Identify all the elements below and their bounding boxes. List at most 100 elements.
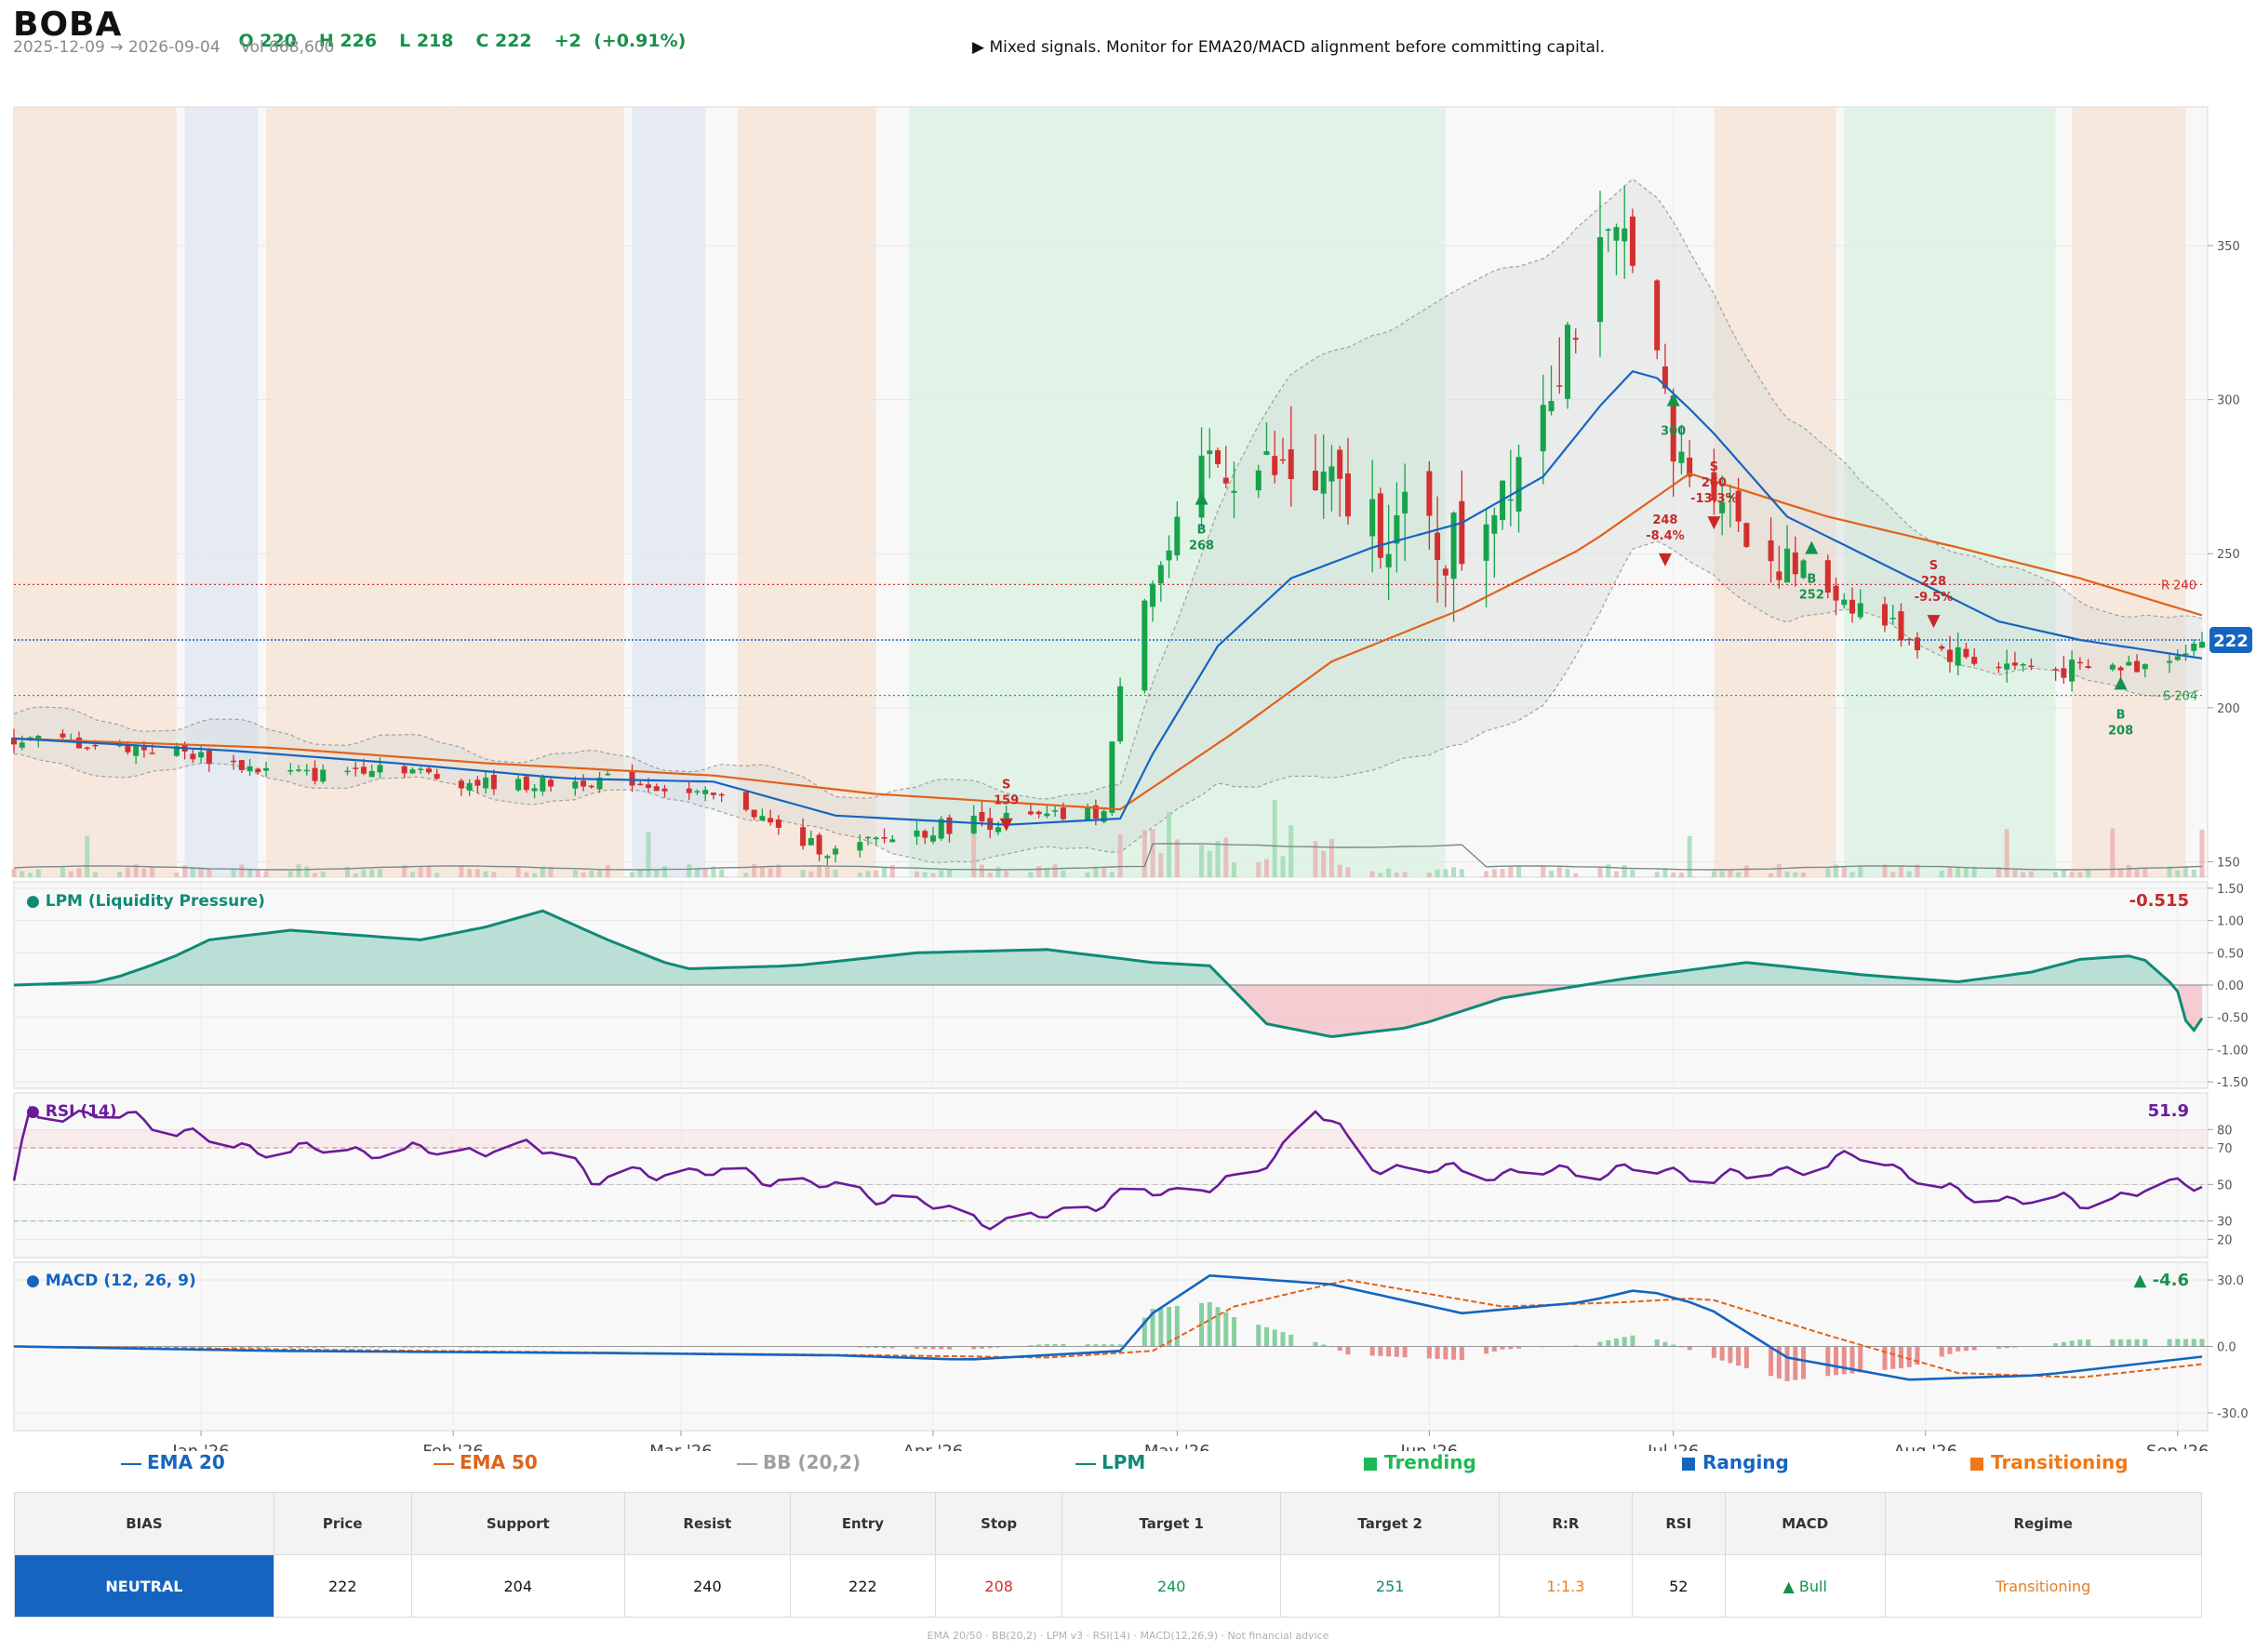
volume-bar: [768, 868, 773, 877]
macd-histogram-bar: [2126, 1339, 2131, 1347]
candle-up: [531, 788, 538, 792]
summary-header-cell: Stop: [935, 1492, 1063, 1555]
candle-down: [1312, 471, 1318, 491]
candle-down: [312, 767, 318, 781]
volume-bar: [313, 873, 318, 877]
lpm-last-value: -0.515: [2129, 891, 2189, 911]
candle-down: [1215, 449, 1221, 465]
macd-histogram-bar: [1736, 1346, 1742, 1366]
candle-up: [914, 830, 920, 837]
trade-label: 159: [994, 794, 1019, 808]
candle-up: [540, 777, 546, 792]
summary-value-cell: 1:1.3: [1499, 1554, 1633, 1618]
volume-bar: [361, 869, 367, 877]
volume-bar: [1426, 872, 1432, 877]
summary-value-cell: 240: [1061, 1554, 1282, 1618]
volume-bar: [1541, 866, 1546, 877]
candle-down: [1849, 599, 1856, 614]
volume-bar: [150, 866, 155, 877]
candle-down: [1971, 657, 1978, 664]
volume-bar: [369, 869, 375, 877]
trade-label: 252: [1799, 589, 1824, 603]
volume-bar: [125, 867, 130, 877]
candle-down: [1222, 477, 1229, 484]
macd-histogram-bar: [2118, 1339, 2124, 1347]
candle-up: [1369, 499, 1376, 537]
volume-bar: [1728, 870, 1733, 877]
volume-bar: [1556, 866, 1562, 877]
volume-bar: [11, 869, 17, 877]
regime-band-ranging: [632, 107, 706, 877]
rsi-y-tick-label: 70: [2217, 1142, 2233, 1156]
volume-bar: [987, 873, 993, 877]
candle-down: [548, 779, 554, 787]
price-y-tick-label: 300: [2217, 394, 2240, 408]
candle-down: [2134, 660, 2141, 673]
volume-bar: [1654, 872, 1660, 877]
price-y-tick-label: 250: [2217, 548, 2240, 562]
candle-up: [1450, 513, 1457, 580]
macd-histogram-bar: [1484, 1346, 1489, 1354]
volume-bar: [914, 871, 920, 877]
legend-swatch: [121, 1462, 141, 1465]
candle-down: [1654, 280, 1661, 351]
macd-histogram-bar: [2183, 1339, 2189, 1347]
volume-bar: [85, 835, 90, 877]
candle-up: [1955, 646, 1961, 666]
macd-histogram-bar: [1207, 1301, 1212, 1347]
macd-histogram-bar: [1963, 1346, 1969, 1352]
summary-value-cell: 222: [273, 1554, 412, 1618]
candle-down: [1906, 638, 1913, 641]
candle-down: [149, 753, 155, 754]
candle-down: [190, 753, 196, 760]
candle-down: [1556, 385, 1563, 387]
volume-bar: [320, 871, 326, 877]
volume-bar: [1849, 872, 1855, 877]
legend-label: BB (20,2): [763, 1451, 861, 1473]
volume-bar: [1736, 872, 1742, 877]
candle-up: [2183, 653, 2189, 655]
price-y-tick-label: 350: [2217, 240, 2240, 254]
volume-bar: [1743, 865, 1749, 877]
macd-histogram-bar: [1597, 1341, 1603, 1347]
trade-label: S: [1929, 559, 1938, 573]
candle-down: [1963, 648, 1969, 658]
candle-up: [2109, 664, 2116, 670]
volume-bar: [865, 871, 871, 877]
candle-up: [857, 842, 863, 851]
macd-histogram-bar: [1443, 1346, 1448, 1360]
candle-up: [824, 856, 831, 859]
candle-up: [515, 779, 522, 791]
volume-bar: [874, 870, 879, 877]
volume-bar: [1500, 869, 1505, 877]
macd-histogram-bar: [1687, 1346, 1692, 1351]
summary-table: BIAS Price Support Resist Entry Stop Target 1T…: [14, 1492, 2202, 1618]
candle-up: [930, 835, 937, 842]
volume-bar: [190, 867, 195, 877]
volume-bar: [1386, 868, 1392, 877]
candle-down: [686, 788, 692, 793]
support-label: S 204: [2163, 690, 2197, 704]
volume-bar: [1199, 845, 1205, 877]
volume-bar: [418, 867, 423, 877]
candle-down: [922, 831, 928, 838]
volume-bar: [1801, 873, 1807, 877]
x-tick-label: Mar '26: [649, 1442, 713, 1451]
volume-bar: [1345, 867, 1351, 877]
macd-histogram-bar: [1386, 1346, 1392, 1357]
candle-up: [1565, 325, 1571, 399]
rsi-y-tick-label: 50: [2217, 1179, 2233, 1192]
candle-up: [2199, 642, 2205, 648]
macd-histogram-bar: [2061, 1341, 2066, 1347]
candle-up: [1515, 457, 1522, 512]
volume-bar: [27, 873, 33, 877]
x-tick-label: Apr '26: [903, 1442, 964, 1451]
candle-down: [1792, 552, 1798, 575]
candle-down: [1898, 611, 1904, 641]
candle-down: [637, 783, 644, 786]
volume-bar: [1956, 866, 1961, 877]
candle-down: [2052, 669, 2059, 671]
macd-histogram-bar: [1345, 1346, 1351, 1355]
macd-histogram-bar: [1459, 1346, 1464, 1361]
macd-histogram-bar: [2175, 1339, 2181, 1347]
